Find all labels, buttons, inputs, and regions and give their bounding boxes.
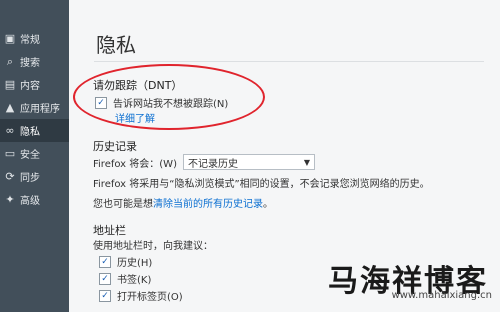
sidebar-item[interactable]: ⟳ 同步 <box>0 165 69 188</box>
suggest-bookmarks-checkbox[interactable]: ✓ <box>99 272 111 285</box>
sync-icon: ⟳ <box>5 170 15 183</box>
history-mode-select[interactable]: 不记录历史 ▼ <box>182 154 315 170</box>
annotation-circle <box>73 64 265 130</box>
clear-history-prefix: 您也可能是想 <box>93 199 153 210</box>
sidebar: ▣ 常规 ⌕ 搜索 ▤ 内容 ▲ 应用程序 ∞ 隐私 ▭ 安全 ⟳ 同步 ✦ 高级 <box>0 0 69 312</box>
sidebar-item-label: 搜索 <box>20 58 40 69</box>
sidebar-item-label: 隐私 <box>20 127 40 138</box>
sidebar-item-label: 常规 <box>20 35 40 46</box>
watermark-url: www.mahaixiang.cn <box>391 290 492 301</box>
suggest-history-option[interactable]: ✓ 历史(H) <box>99 254 152 269</box>
location-bar-heading: 地址栏 <box>93 224 126 237</box>
sidebar-item[interactable]: ⌕ 搜索 <box>0 50 69 73</box>
sidebar-item[interactable]: ∞ 隐私 <box>0 119 69 142</box>
history-mode-value: 不记录历史 <box>187 158 238 170</box>
sidebar-item[interactable]: ▤ 内容 <box>0 73 69 96</box>
firefox-will-label: Firefox 将会：(W) <box>93 158 177 170</box>
suggest-open-tabs-option[interactable]: ✓ 打开标签页(O) <box>99 288 183 303</box>
lock-icon: ▭ <box>4 147 16 160</box>
sidebar-item[interactable]: ▣ 常规 <box>0 27 69 50</box>
sidebar-item-label: 高级 <box>20 196 40 207</box>
title-divider <box>94 61 484 62</box>
suggest-open-tabs-label[interactable]: 打开标签页(O) <box>117 288 183 303</box>
suggest-bookmarks-label[interactable]: 书签(K) <box>117 271 151 286</box>
clear-history-suffix: 。 <box>263 199 273 210</box>
search-icon: ⌕ <box>6 54 14 68</box>
history-mode-row: Firefox 将会：(W) 不记录历史 ▼ <box>93 154 315 170</box>
clear-history-link[interactable]: 清除当前的所有历史记录 <box>153 195 263 210</box>
sidebar-item[interactable]: ▭ 安全 <box>0 142 69 165</box>
clear-history-row: 您也可能是想 清除当前的所有历史记录 。 <box>93 195 273 210</box>
sidebar-item-label: 内容 <box>20 81 40 92</box>
suggest-history-label[interactable]: 历史(H) <box>117 254 152 269</box>
sidebar-item[interactable]: ▲ 应用程序 <box>0 96 69 119</box>
rocket-icon: ▲ <box>5 101 15 114</box>
sidebar-item-label: 同步 <box>20 173 40 184</box>
suggest-history-checkbox[interactable]: ✓ <box>99 255 111 268</box>
wizard-icon: ✦ <box>5 193 15 206</box>
mask-icon: ∞ <box>5 124 15 137</box>
suggest-bookmarks-option[interactable]: ✓ 书签(K) <box>99 271 151 286</box>
document-icon: ▤ <box>4 78 16 91</box>
sidebar-item-label: 安全 <box>20 150 40 161</box>
history-heading: 历史记录 <box>93 140 137 153</box>
location-bar-description: 使用地址栏时，向我建议： <box>93 241 213 252</box>
sidebar-item[interactable]: ✦ 高级 <box>0 188 69 211</box>
suggest-open-tabs-checkbox[interactable]: ✓ <box>99 289 111 302</box>
sidebar-item-label: 应用程序 <box>20 104 60 115</box>
dropdown-arrow-icon: ▼ <box>303 157 310 167</box>
page-title: 隐私 <box>96 33 136 57</box>
home-icon: ▣ <box>4 32 16 45</box>
history-description: Firefox 将采用与“隐私浏览模式”相同的设置，不会记录您浏览网络的历史。 <box>93 179 430 190</box>
